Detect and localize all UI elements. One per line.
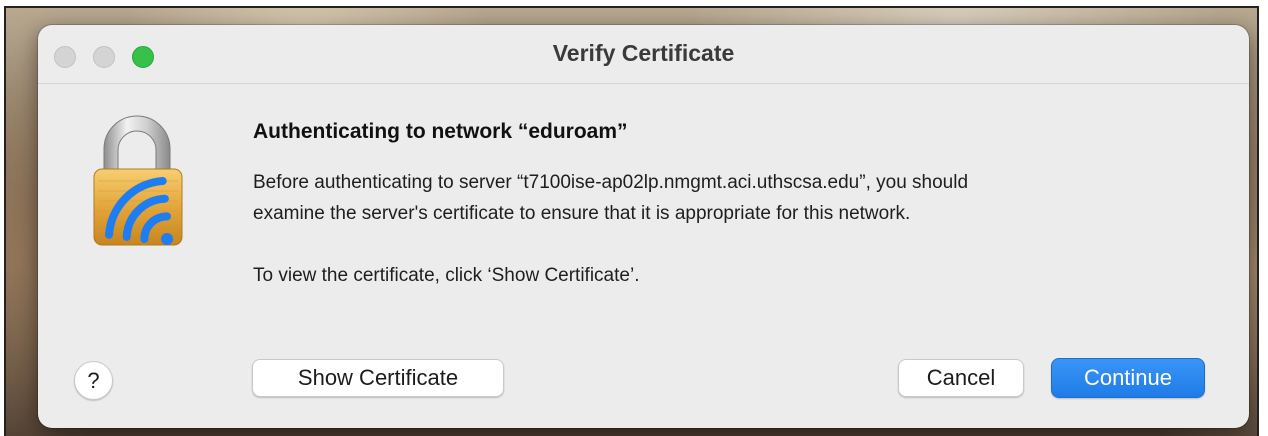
message-instruction: To view the certificate, click ‘Show Cer… [253, 265, 640, 286]
help-button[interactable]: ? [74, 361, 113, 400]
dialog-message: Before authenticating to server “t7100is… [253, 167, 1213, 291]
message-line-1: Before authenticating to server “t7100is… [253, 172, 969, 193]
verify-certificate-dialog: Verify Certificate Authenticating to net… [38, 25, 1249, 428]
desktop-background: Verify Certificate Authenticating to net… [4, 6, 1259, 436]
cancel-button[interactable]: Cancel [898, 359, 1024, 397]
dialog-title: Verify Certificate [552, 40, 735, 66]
title-bar: Verify Certificate [38, 25, 1249, 84]
message-line-2: examine the server's certificate to ensu… [253, 203, 911, 224]
continue-button[interactable]: Continue [1051, 358, 1205, 398]
show-certificate-button[interactable]: Show Certificate [252, 359, 504, 397]
network-heading: Authenticating to network “eduroam” [253, 120, 628, 143]
wifi-lock-icon [82, 111, 212, 251]
